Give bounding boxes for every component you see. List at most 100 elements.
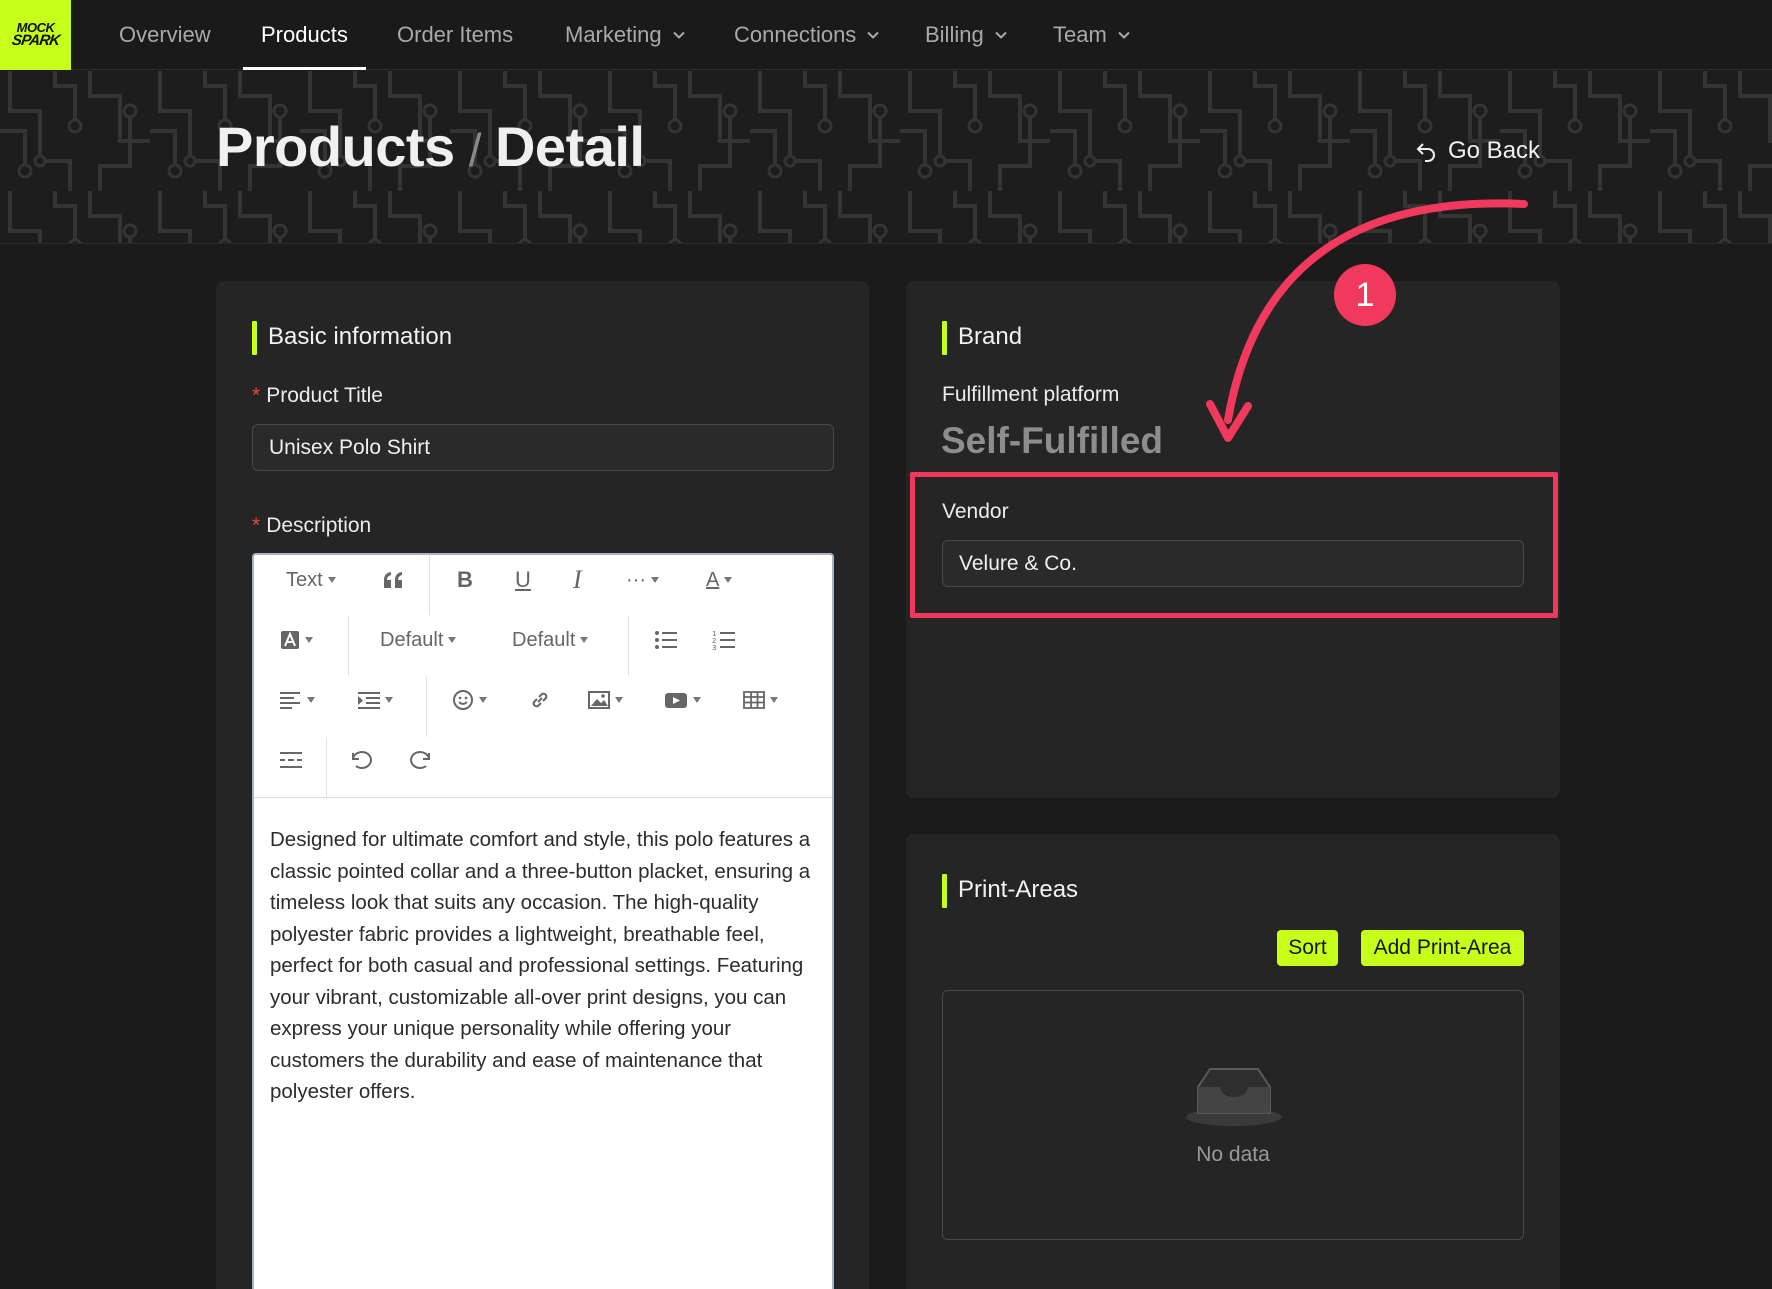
toolbar-divider [429,555,430,615]
underline-button[interactable]: U [515,565,531,595]
breadcrumb-separator: / [468,124,482,176]
italic-icon: I [573,565,582,594]
video-icon [665,693,687,708]
indent-dropdown[interactable] [358,685,393,715]
nav-item-overview[interactable]: Overview [119,0,211,70]
text-style-dropdown[interactable]: Text [286,565,336,595]
go-back-button[interactable]: Go Back [1414,137,1540,165]
redo-button[interactable] [408,745,432,775]
print-areas-title: Print-Areas [942,874,1078,908]
logo-line-2: SPARK [10,32,61,50]
align-dropdown[interactable] [280,685,315,715]
nav-item-billing[interactable]: Billing [925,0,1008,70]
bold-icon: B [457,567,473,592]
caret-down-icon [615,697,623,703]
description-label: * Description [252,514,371,538]
editor-content[interactable]: Designed for ultimate comfort and style,… [270,824,822,1108]
top-nav: MOCK SPARK Overview Products Order Items… [0,0,1772,70]
nav-item-label: Connections [734,22,857,47]
product-title-label-text: Product Title [266,384,383,407]
redo-icon [410,751,430,769]
editor-toolbar: Text B U I ··· A Default Default 123 [254,555,832,798]
nav-item-products[interactable]: Products [243,0,366,70]
emoji-dropdown[interactable] [452,685,487,715]
indent-icon [358,692,380,709]
go-back-label: Go Back [1448,137,1541,164]
emoji-icon [453,690,473,710]
font-size-label: Default [380,628,444,651]
nav-item-order-items[interactable]: Order Items [397,0,513,70]
empty-inbox-icon [1186,1068,1282,1126]
nav-item-label: Products [261,22,348,47]
numbered-list-button[interactable]: 123 [712,625,736,655]
image-icon [588,691,610,709]
horizontal-rule-icon [280,752,302,768]
caret-down-icon [724,577,733,583]
caret-down-icon [385,697,393,703]
background-color-icon [281,631,299,649]
caret-down-icon [693,697,701,703]
font-size-dropdown[interactable]: Default [380,625,457,655]
nav-item-marketing[interactable]: Marketing [565,0,686,70]
italic-button[interactable]: I [573,565,582,595]
caret-down-icon [307,697,315,703]
page-title-detail: Detail [494,115,645,178]
sort-button[interactable]: Sort [1277,930,1338,966]
basic-information-title: Basic information [252,321,452,355]
insert-video-dropdown[interactable] [664,685,701,715]
print-areas-empty-state: No data [942,990,1524,1240]
chevron-down-icon [867,31,880,39]
undo-button[interactable] [350,745,374,775]
add-print-area-button[interactable]: Add Print-Area [1361,930,1524,966]
split-line-button[interactable] [280,745,302,775]
undo-icon [352,751,372,769]
blockquote-button[interactable] [382,565,404,595]
rich-text-editor[interactable]: Text B U I ··· A Default Default 123 Des… [252,553,834,1289]
caret-down-icon [650,577,659,583]
insert-link-button[interactable] [529,685,551,715]
product-title-input[interactable]: Unisex Polo Shirt [252,424,834,471]
vendor-highlight-box [910,472,1558,618]
insert-table-dropdown[interactable] [743,685,778,715]
nav-item-label: Team [1053,22,1107,47]
chevron-down-icon [994,31,1007,39]
mockspark-logo[interactable]: MOCK SPARK [0,0,71,70]
font-color-dropdown[interactable]: A [706,565,733,595]
more-format-dropdown[interactable]: ··· [626,565,659,595]
nav-item-team[interactable]: Team [1053,0,1131,70]
insert-image-dropdown[interactable] [588,685,623,715]
svg-text:3: 3 [712,644,716,651]
text-style-label: Text [286,568,323,591]
product-title-value: Unisex Polo Shirt [269,435,431,459]
caret-down-icon [305,637,313,643]
nav-item-connections[interactable]: Connections [734,0,880,70]
undo-arrow-icon [1416,143,1435,162]
fulfillment-platform-label: Fulfillment platform [942,383,1120,406]
quote-icon [384,572,402,588]
page-title: Products / Detail [216,114,645,179]
bullet-list-button[interactable] [654,625,678,655]
numbered-list-icon: 123 [712,630,735,651]
bold-button[interactable]: B [457,565,473,595]
toolbar-divider [326,737,327,797]
ellipsis-icon: ··· [626,568,646,591]
font-family-dropdown[interactable]: Default [512,625,589,655]
font-family-label: Default [512,628,576,651]
chevron-down-icon [672,31,685,39]
fulfillment-platform-value: Self-Fulfilled [941,420,1163,461]
nav-item-label: Overview [119,22,211,47]
background-color-dropdown[interactable] [280,625,313,655]
link-icon [532,692,548,708]
description-label-text: Description [266,514,372,537]
caret-down-icon [327,577,336,583]
annotation-badge: 1 [1334,264,1396,326]
required-marker: * [252,384,261,407]
caret-down-icon [479,697,487,703]
no-data-text: No data [1196,1143,1270,1166]
caret-down-icon [580,637,589,643]
font-color-icon: A [706,568,720,591]
bullet-list-icon [655,631,677,649]
product-title-label: * Product Title [252,384,383,408]
caret-down-icon [448,637,457,643]
nav-item-label: Marketing [565,22,662,47]
